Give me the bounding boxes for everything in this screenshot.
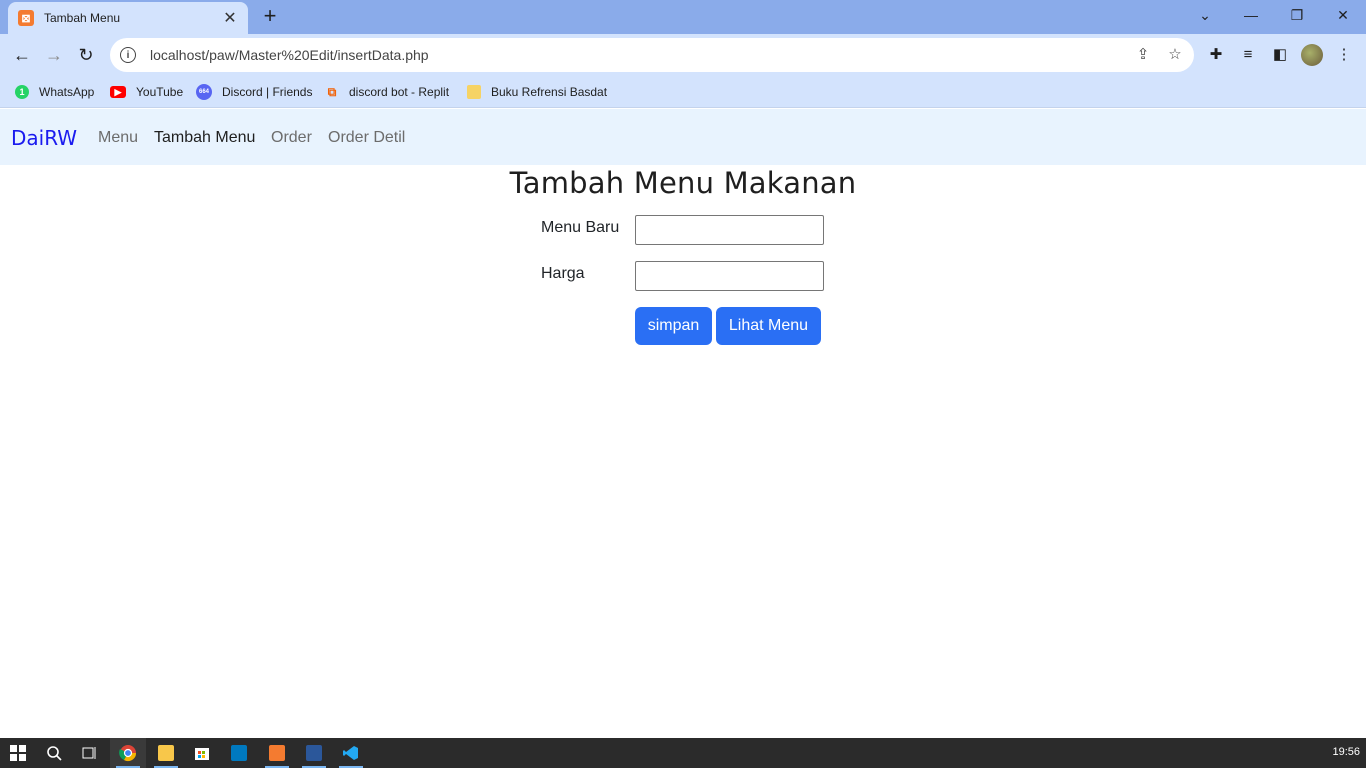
lihat-menu-button[interactable]: Lihat Menu [716, 307, 821, 345]
bookmark-replit[interactable]: ⧉ discord bot - Replit [325, 82, 449, 102]
simpan-button[interactable]: simpan [635, 307, 712, 345]
menu-baru-label: Menu Baru [541, 219, 620, 236]
word-icon[interactable] [296, 738, 332, 768]
close-window-button[interactable]: ✕ [1320, 0, 1366, 30]
harga-input[interactable] [635, 261, 824, 291]
replit-icon: ⧉ [327, 84, 337, 99]
browser-toolbar: ← → ↻ i localhost/paw/Master%20Edit/inse… [0, 34, 1366, 76]
nav-link-order-detil[interactable]: Order Detil [328, 129, 405, 147]
media-controls-icon[interactable]: ≡ [1237, 44, 1259, 66]
nav-link-tambah-menu[interactable]: Tambah Menu [154, 129, 255, 147]
reload-icon[interactable]: ↻ [72, 41, 100, 69]
bookmark-label: discord bot - Replit [349, 85, 450, 99]
task-view-icon[interactable] [72, 738, 108, 768]
bookmark-folder[interactable]: Buku Refrensi Basdat [467, 82, 607, 102]
bookmark-whatsapp[interactable]: 1 WhatsApp [15, 82, 94, 102]
taskbar: 19:56 [0, 738, 1366, 768]
site-navbar: DaiRW Menu Tambah Menu Order Order Detil [0, 109, 1366, 165]
bookmark-label: YouTube [136, 85, 184, 99]
whatsapp-icon: 1 [15, 85, 29, 99]
vscode-icon[interactable] [333, 738, 369, 768]
bookmark-discord[interactable]: 664 Discord | Friends [196, 82, 312, 102]
profile-avatar[interactable] [1301, 44, 1323, 66]
back-icon[interactable]: ← [8, 41, 36, 69]
bookmarks-bar: 1 WhatsApp ▶ YouTube 664 Discord | Frien… [0, 76, 1366, 108]
bookmark-youtube[interactable]: ▶ YouTube [110, 82, 183, 102]
title-bar: ⊠ Tambah Menu ✕ + ⌄ — ❐ ✕ [0, 0, 1366, 34]
browser-tab[interactable]: ⊠ Tambah Menu ✕ [8, 2, 248, 34]
minimize-button[interactable]: — [1228, 0, 1274, 30]
xampp-taskbar-icon[interactable] [259, 738, 295, 768]
page-title: Tambah Menu Makanan [509, 166, 857, 200]
extensions-icon[interactable]: ✚ [1205, 44, 1227, 66]
folder-icon [467, 85, 481, 99]
bookmark-star-icon[interactable]: ☆ [1166, 46, 1184, 64]
url-text: localhost/paw/Master%20Edit/insertData.p… [150, 47, 429, 63]
nav-link-order[interactable]: Order [271, 129, 312, 147]
tab-title: Tambah Menu [44, 11, 121, 25]
bookmark-label: WhatsApp [39, 85, 95, 99]
windows-start-icon[interactable] [0, 738, 36, 768]
menu-icon[interactable]: ⋮ [1333, 44, 1355, 66]
chrome-icon[interactable] [110, 738, 146, 768]
brand-logo[interactable]: DaiRW [11, 126, 77, 150]
site-info-icon[interactable]: i [120, 47, 136, 63]
menu-baru-input[interactable] [635, 215, 824, 245]
address-bar[interactable]: i localhost/paw/Master%20Edit/insertData… [110, 38, 1194, 72]
share-icon[interactable]: ⇪ [1134, 46, 1152, 64]
bookmark-label: Discord | Friends [222, 85, 313, 99]
search-icon[interactable] [36, 738, 72, 768]
browser-window: ⊠ Tambah Menu ✕ + ⌄ — ❐ ✕ ← → ↻ i localh… [0, 0, 1366, 768]
harga-label: Harga [541, 265, 585, 282]
taskbar-clock[interactable]: 19:56 [1332, 746, 1360, 758]
tab-search-icon[interactable]: ⌄ [1182, 0, 1228, 30]
new-tab-button[interactable]: + [258, 5, 282, 29]
discord-icon: 664 [196, 84, 212, 100]
bookmark-label: Buku Refrensi Basdat [491, 85, 608, 99]
side-panel-icon[interactable]: ◧ [1269, 44, 1291, 66]
nav-link-menu[interactable]: Menu [98, 129, 138, 147]
youtube-icon: ▶ [110, 86, 126, 98]
restore-button[interactable]: ❐ [1274, 0, 1320, 30]
xampp-icon: ⊠ [18, 10, 34, 26]
store-icon[interactable] [184, 738, 220, 768]
trello-icon[interactable] [221, 738, 257, 768]
file-explorer-icon[interactable] [148, 738, 184, 768]
forward-icon[interactable]: → [40, 41, 68, 69]
close-tab-icon[interactable]: ✕ [222, 8, 238, 28]
